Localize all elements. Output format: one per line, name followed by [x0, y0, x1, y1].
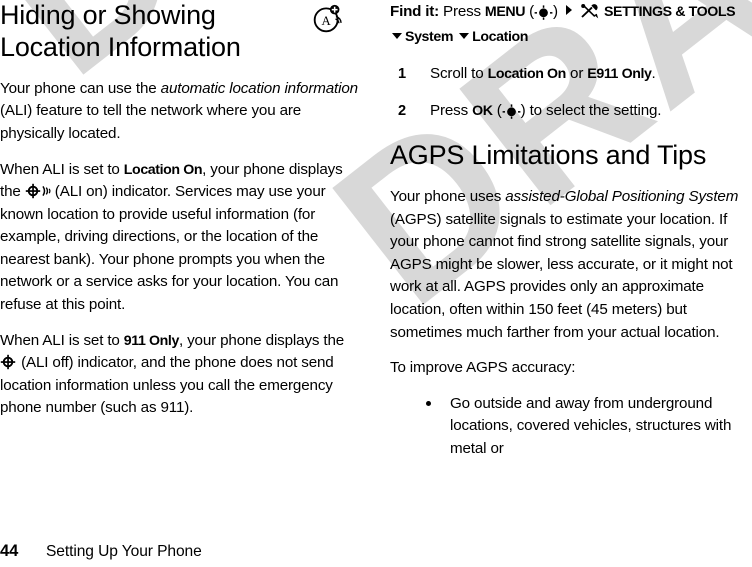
text-run: ) to select the setting.: [520, 101, 662, 119]
text-run: (ALI off) indicator, and the phone does …: [0, 354, 334, 417]
press-label: Press: [443, 3, 481, 20]
nav-key-icon: [534, 5, 553, 20]
chapter-name: Setting Up Your Phone: [46, 543, 202, 560]
step-list: 1 Scroll to Location On or E911 Only. 2 Pr…: [390, 63, 752, 122]
right-column: Find it: Press MENU () SETTINGS & TOOLS …: [390, 0, 752, 461]
paragraph-ali-intro: Your phone can use the automatic locatio…: [0, 78, 362, 146]
text-run: (ALI) feature to tell the network where …: [0, 102, 302, 142]
ui-term-e911-only: E911 Only: [587, 66, 652, 82]
text-run: or: [565, 65, 588, 82]
step-item: 2 Press OK ( ) to select the setting.: [390, 100, 752, 123]
ui-term-911-only: 911 Only: [123, 332, 180, 349]
chevron-down-icon: [392, 33, 402, 39]
text-run: (: [492, 101, 502, 119]
page-title: Hiding or Showing Location Information: [0, 0, 241, 62]
manual-page: A Hiding or Showing Location Information…: [0, 0, 752, 567]
right-arrow-icon: [565, 5, 572, 15]
emphasis-run: automatic location information: [160, 79, 358, 97]
paragraph-location-on: When ALI is set to Location On, your pho…: [0, 159, 362, 317]
bullet-list: Go outside and away from underground loc…: [390, 393, 752, 461]
step-number: 2: [398, 102, 406, 119]
list-item: Go outside and away from underground loc…: [390, 393, 752, 461]
ui-term-location-on: Location On: [487, 66, 567, 82]
text-run: When ALI is set to: [0, 331, 124, 349]
emphasis-run: assisted-Global Positioning System: [505, 188, 739, 206]
page-footer: 44 Setting Up Your Phone: [0, 542, 202, 561]
agps-section-title: AGPS Limitations and Tips: [390, 140, 707, 171]
chevron-down-icon: [459, 33, 470, 39]
left-column: A Hiding or Showing Location Information…: [0, 0, 362, 420]
ali-on-indicator-icon: [25, 183, 51, 199]
ui-term-location-on: Location On: [123, 161, 203, 178]
step-item: 1 Scroll to Location On or E911 Only.: [390, 63, 752, 86]
nav-key-icon: [502, 103, 521, 119]
text-run: , your phone displays the: [178, 331, 345, 349]
page-number: 44: [0, 542, 19, 560]
settings-and-tools-icon: [581, 4, 599, 19]
text-run: Scroll to: [430, 65, 488, 82]
paragraph-agps-intro: Your phone uses assisted-Global Position…: [390, 186, 752, 344]
find-it-label: Find it:: [390, 3, 440, 20]
ui-term-ok: OK: [472, 102, 493, 119]
text-run: (AGPS) satellite signals to estimate you…: [390, 210, 733, 341]
nav-key-paren: ): [552, 3, 558, 20]
text-run: Your phone can use the: [0, 79, 161, 97]
settings-and-tools-label: SETTINGS & TOOLS: [603, 4, 736, 20]
paragraph-911-only: When ALI is set to 911 Only, your phone …: [0, 330, 362, 420]
find-it-block: Find it: Press MENU () SETTINGS & TOOLS …: [390, 0, 752, 49]
text-run: When ALI is set to: [0, 160, 124, 178]
location-badge-icon: A: [313, 4, 342, 33]
step-number: 1: [398, 66, 406, 82]
ali-off-indicator-icon: [0, 355, 16, 370]
menu-path: System Location: [390, 25, 752, 49]
bullet-text: Go outside and away from underground loc…: [450, 394, 732, 457]
menu-item-location: Location: [472, 29, 529, 45]
text-run: (ALI on) indicator. Services may use you…: [0, 183, 339, 314]
bullet-dot-icon: [426, 400, 431, 406]
menu-key-label: MENU: [484, 4, 526, 20]
paragraph-improve-accuracy: To improve AGPS accuracy:: [390, 359, 576, 377]
text-run: Your phone uses: [390, 188, 506, 206]
text-run: Press: [430, 101, 473, 119]
svg-text:A: A: [322, 14, 332, 28]
nav-key-paren: (: [525, 3, 534, 20]
text-run: .: [651, 65, 656, 82]
menu-item-system: System: [405, 29, 454, 45]
